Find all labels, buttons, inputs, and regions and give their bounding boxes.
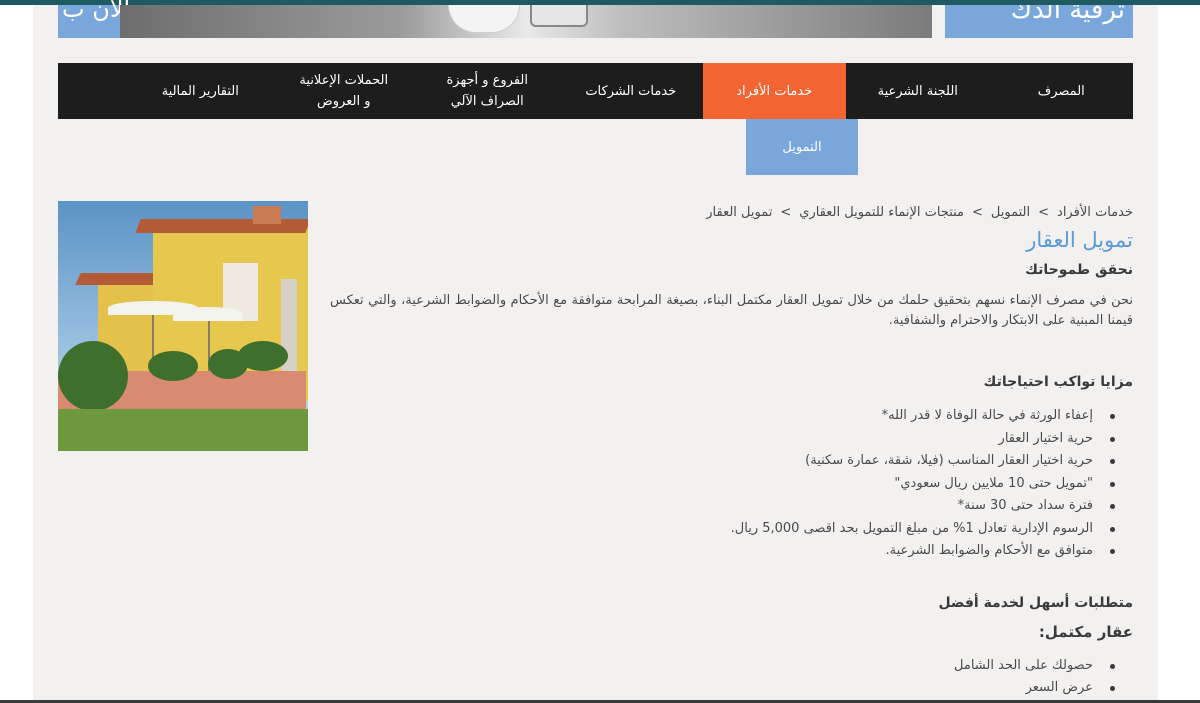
photo-bush (148, 351, 198, 381)
requirements-subheading: عقار مكتمل: (1038, 622, 1133, 641)
photo-chimney (253, 206, 281, 224)
list-item: حرية اختيار العقار (330, 428, 1133, 451)
main-content: خدمات الأفراد > التمويل > منتجات الإنماء للت… (330, 201, 1133, 700)
nav-item-bank[interactable]: المصرف (990, 63, 1134, 119)
nav-item-branches-atms[interactable]: الفروع و أجهزة الصراف الآلي (416, 63, 560, 119)
list-item: فترة سداد حتى 30 سنة* (330, 495, 1133, 518)
list-item: حرية اختيار العقار المناسب (فيلا، شقة، ع… (330, 450, 1133, 473)
section-subtitle: نحقق طموحاتك (1025, 262, 1133, 278)
breadcrumb-item-real-estate-products[interactable]: منتجات الإنماء للتمويل العقاري (799, 205, 964, 220)
nav-item-financial-reports[interactable]: التقارير المالية (129, 63, 273, 119)
banner-right-text: ترقية الدك (1010, 5, 1125, 25)
banner-image[interactable] (120, 5, 932, 38)
banner-device-image (530, 5, 588, 27)
main-nav: المصرف اللجنة الشرعية خدمات الأفراد خدما… (58, 63, 1133, 119)
list-item: متوافق مع الأحكام والضوابط الشرعية. (330, 540, 1133, 563)
property-photo (58, 201, 308, 451)
banner-slide-right[interactable]: ترقية الدك (945, 5, 1133, 38)
breadcrumb-item-personal-services[interactable]: خدمات الأفراد (1057, 205, 1133, 220)
breadcrumb: خدمات الأفراد > التمويل > منتجات الإنماء للت… (330, 201, 1133, 225)
list-item: حصولك على الحد الشامل (330, 655, 1133, 678)
nav-item-campaigns-offers[interactable]: الحملات الإعلانية و العروض (272, 63, 416, 119)
breadcrumb-separator: > (1038, 205, 1050, 220)
list-item: إعفاء الورثة في حالة الوفاة لا قدر الله* (330, 405, 1133, 428)
banner-slide-left[interactable]: الآن ب (58, 0, 130, 38)
requirements-list: حصولك على الحد الشامل عرض السعر (330, 655, 1133, 700)
photo-bush (238, 341, 288, 371)
list-item: عرض السعر (330, 677, 1133, 700)
photo-bush (58, 341, 128, 411)
submenu-item-financing[interactable]: التمويل (746, 119, 858, 175)
features-heading: مزايا تواكب احتياجاتك (983, 374, 1133, 390)
nav-item-corporate-services[interactable]: خدمات الشركات (559, 63, 703, 119)
breadcrumb-item-current: تمويل العقار (706, 205, 773, 220)
breadcrumb-separator: > (780, 205, 792, 220)
photo-lawn (58, 409, 308, 451)
nav-item-personal-services[interactable]: خدمات الأفراد (702, 63, 846, 119)
list-item: "تمويل حتى 10 ملايين ريال سعودي" (330, 473, 1133, 496)
breadcrumb-item-financing[interactable]: التمويل (991, 205, 1030, 220)
features-list: إعفاء الورثة في حالة الوفاة لا قدر الله*… (330, 405, 1133, 563)
breadcrumb-separator: > (972, 205, 983, 220)
intro-paragraph: نحن في مصرف الإنماء نسهم بتحقيق حلمك من … (330, 293, 1133, 328)
photo-umbrella (173, 307, 243, 321)
photo-roof (135, 219, 308, 233)
requirements-heading: متطلبات أسهل لخدمة أفضل (938, 594, 1133, 611)
list-item: الرسوم الإدارية تعادل 1% من مبلغ التمويل… (330, 518, 1133, 541)
page-title: تمويل العقار (1026, 228, 1133, 252)
nav-item-sharia-board[interactable]: اللجنة الشرعية (846, 63, 990, 119)
